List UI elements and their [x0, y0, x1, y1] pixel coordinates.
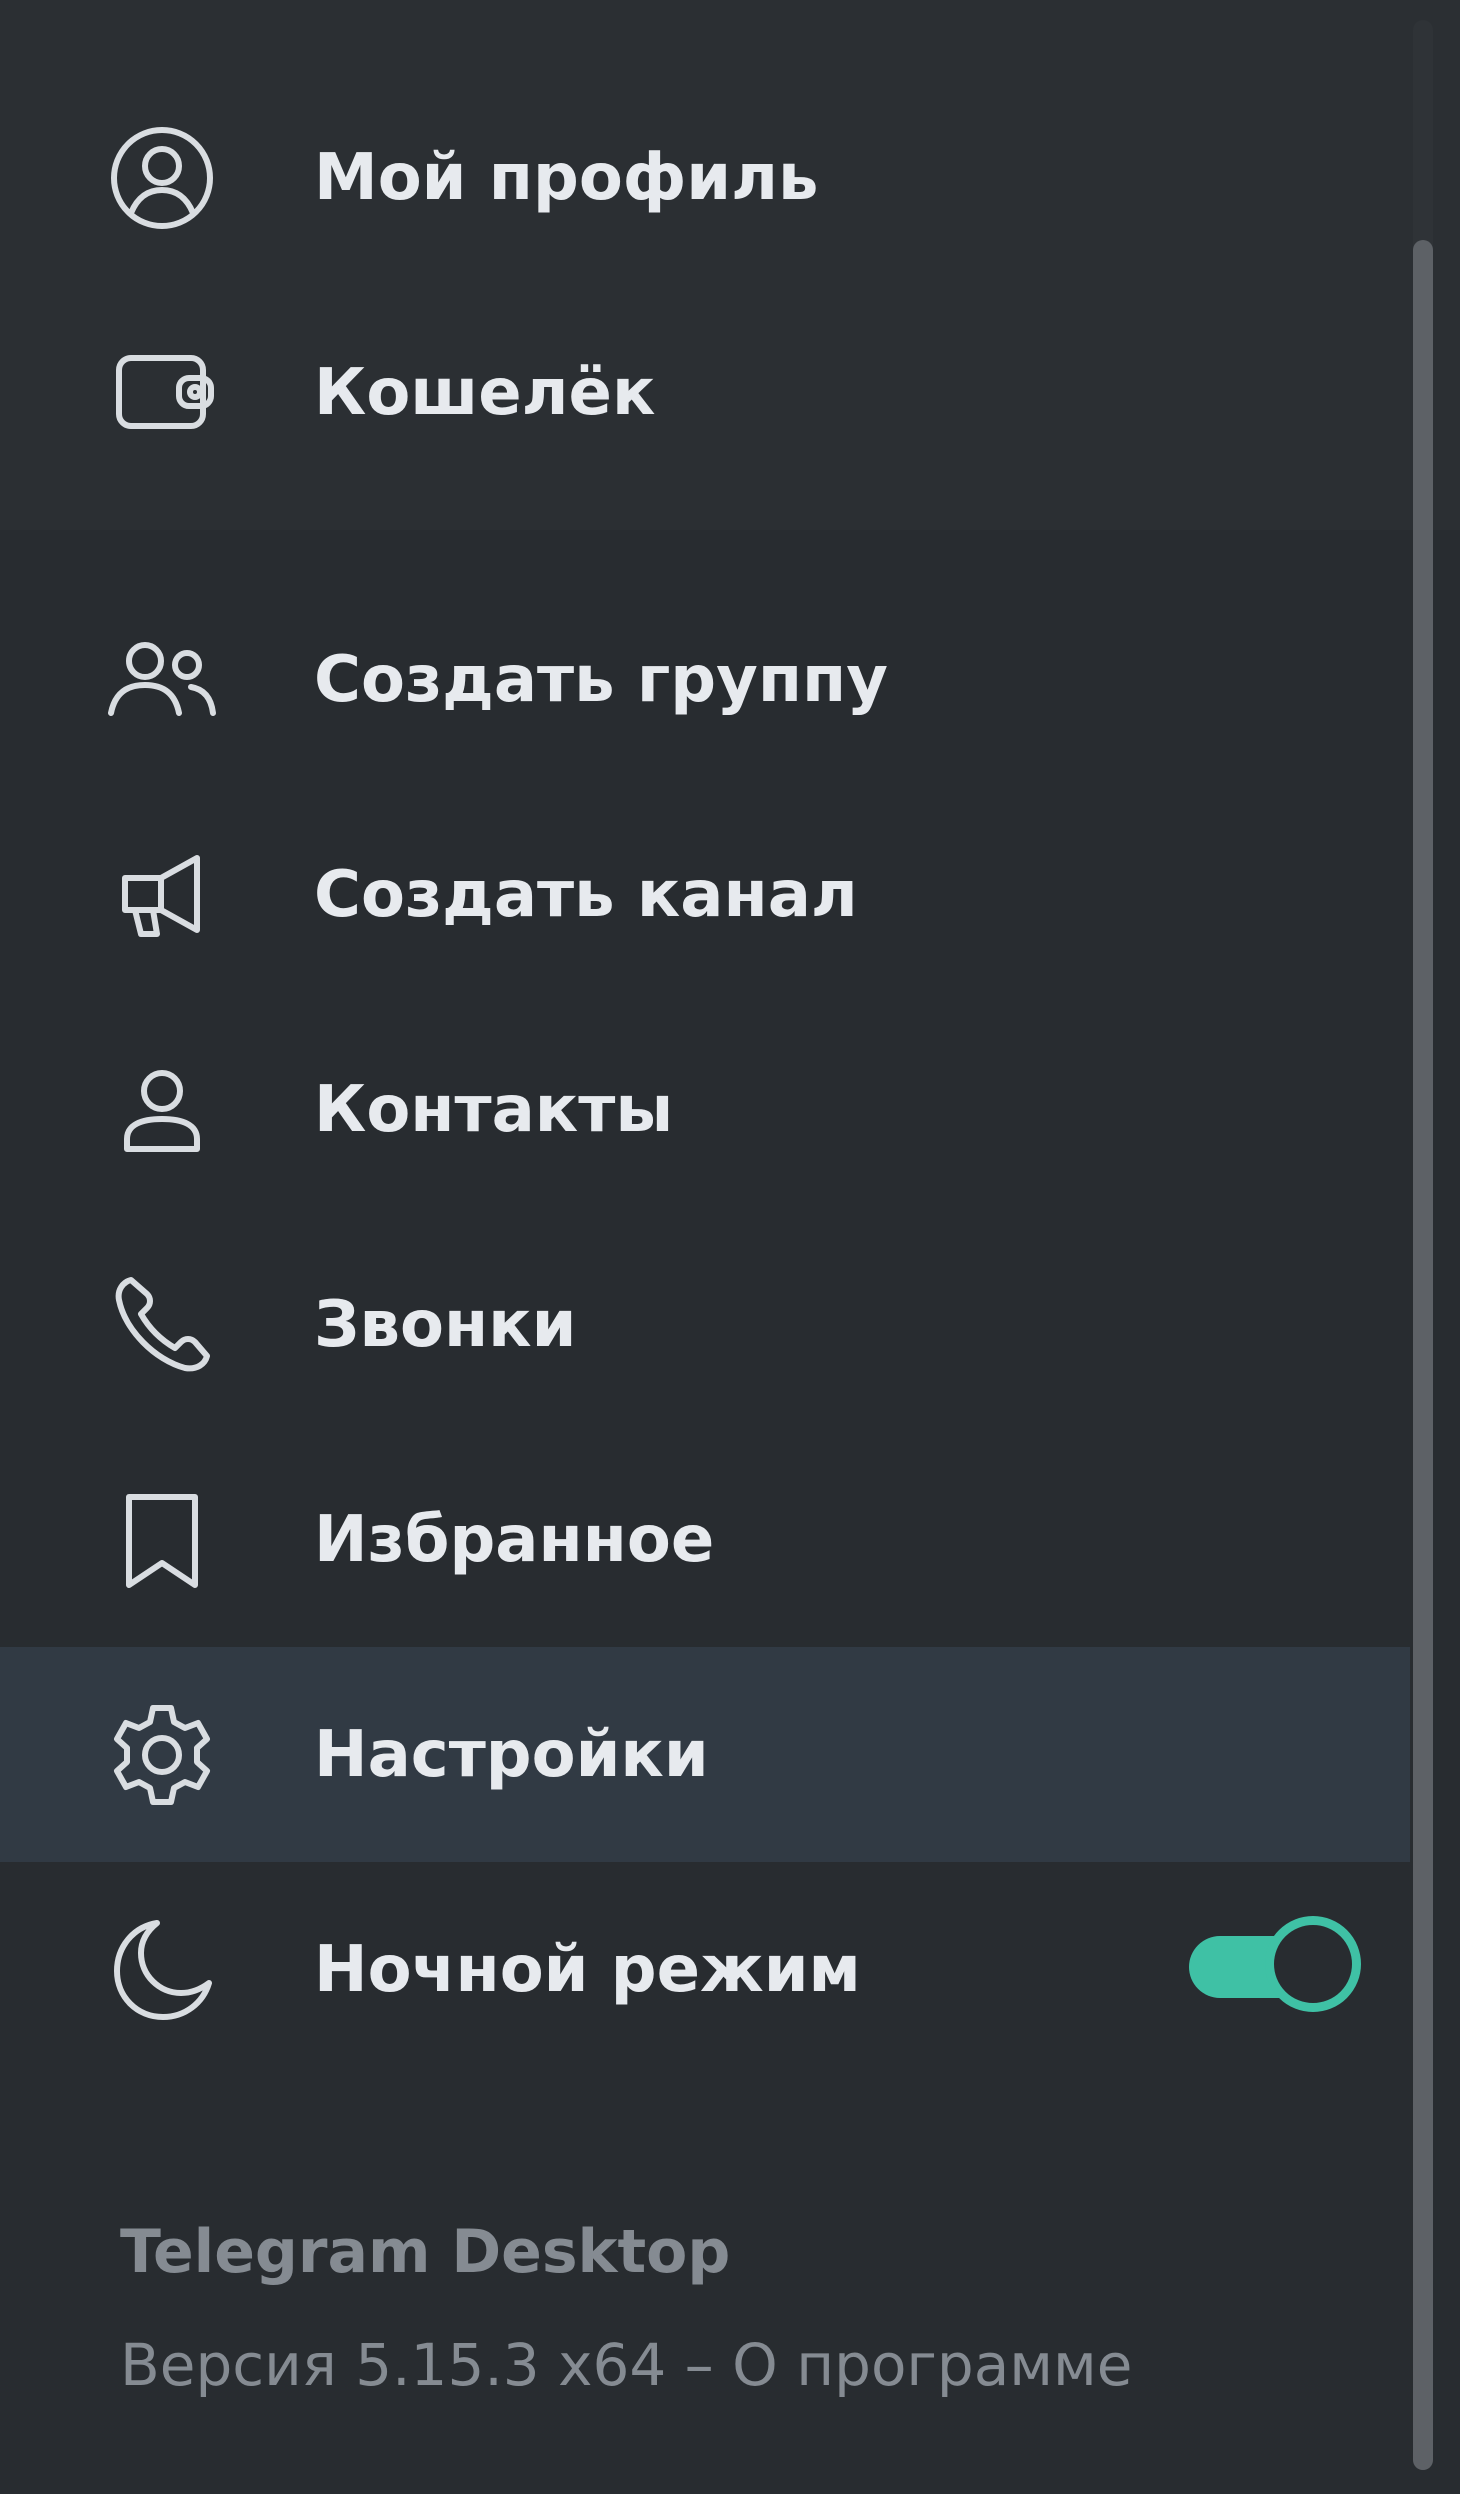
menu-item-create-group[interactable]: Создать группу [0, 572, 1410, 787]
menu-item-wallet[interactable]: Кошелёк [0, 285, 1410, 500]
menu-item-calls[interactable]: Звонки [0, 1217, 1410, 1432]
contact-icon [105, 1053, 219, 1167]
menu-item-saved-messages[interactable]: Избранное [0, 1432, 1410, 1647]
menu-item-label: Создать группу [314, 642, 888, 717]
menu-item-label: Ночной режим [314, 1932, 861, 2007]
menu-item-my-profile[interactable]: Мой профиль [0, 70, 1410, 285]
scrollbar-thumb[interactable] [1413, 240, 1433, 2470]
profile-icon [105, 121, 219, 235]
group-icon [105, 623, 219, 737]
menu-item-label: Звонки [314, 1287, 577, 1362]
wallet-icon [105, 336, 219, 450]
menu-item-label: Создать канал [314, 857, 858, 932]
scrollbar[interactable] [1413, 20, 1433, 2470]
menu-item-create-channel[interactable]: Создать канал [0, 787, 1410, 1002]
version-line: Версия 5.15.3 x64 – О программе [120, 2331, 1132, 2399]
megaphone-icon [105, 838, 219, 952]
menu-item-label: Мой профиль [314, 140, 819, 215]
menu-item-label: Контакты [314, 1072, 674, 1147]
app-name: Telegram Desktop [120, 2217, 731, 2287]
about-link[interactable]: О программе [732, 2331, 1132, 2399]
menu-item-contacts[interactable]: Контакты [0, 1002, 1410, 1217]
menu-item-label: Кошелёк [314, 355, 656, 430]
menu-item-label: Настройки [314, 1717, 709, 1792]
main-menu: Мой профиль Кошелёк Создать группу Созда… [0, 0, 1460, 2494]
moon-icon [105, 1913, 219, 2027]
menu-item-label: Избранное [314, 1502, 715, 1577]
phone-icon [105, 1268, 219, 1382]
gear-icon [105, 1698, 219, 1812]
menu-item-settings[interactable]: Настройки [0, 1647, 1410, 1862]
night-mode-toggle[interactable] [1189, 1916, 1361, 2016]
toggle-knob [1265, 1916, 1361, 2012]
version-separator: – [666, 2331, 733, 2399]
version-text: Версия 5.15.3 x64 [120, 2331, 667, 2399]
bookmark-icon [105, 1483, 219, 1597]
